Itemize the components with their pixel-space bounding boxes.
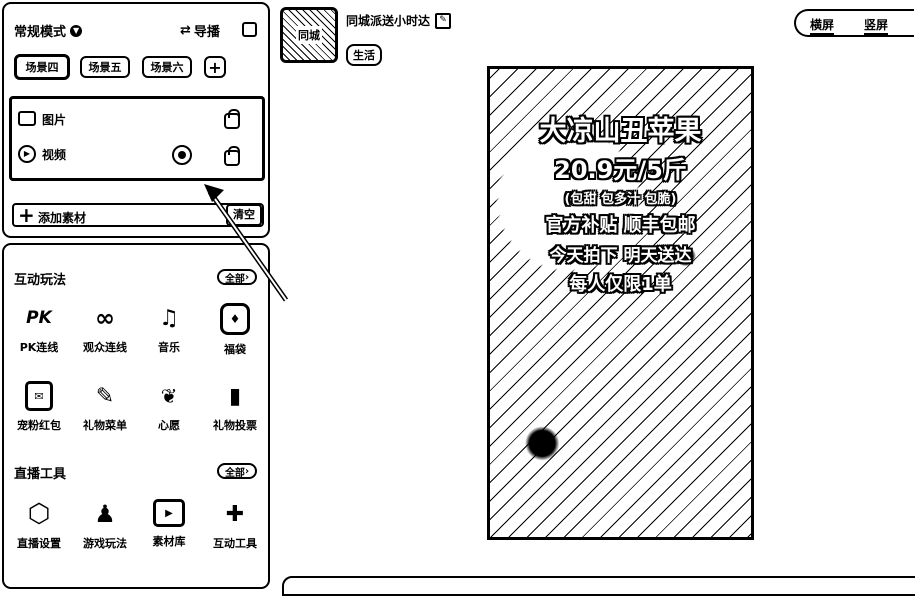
- tool-label: PK连线: [19, 341, 59, 354]
- preview-line-guarantee: (包甜 包多汁 包脆): [564, 192, 677, 207]
- pk-icon: PK: [26, 308, 52, 328]
- live-tools-more-button[interactable]: 全部 ›: [217, 463, 257, 479]
- mode-selector[interactable]: 常规模式 ▼: [14, 21, 83, 40]
- annotation-arrow: [204, 184, 289, 302]
- interactive-title: 互动玩法: [14, 273, 67, 288]
- preview-text-overlay: 大凉山丑苹果 20.9元/5斤 (包甜 包多汁 包脆) 官方补贴 顺丰包邮 今天…: [490, 109, 751, 296]
- scene-tabs: 场景四 场景五 场景六 +: [12, 54, 264, 80]
- edit-icon[interactable]: ✎: [435, 12, 452, 29]
- status-badge-text: 生活: [353, 49, 375, 62]
- add-material-label: 添加素材: [38, 211, 87, 225]
- tab-scene-5[interactable]: 场景五: [80, 56, 130, 78]
- tool-label: 互动工具: [213, 537, 257, 550]
- image-icon: [18, 111, 36, 126]
- settings-hex-icon: ⬡: [27, 499, 51, 529]
- popout-icon[interactable]: [242, 22, 257, 37]
- gift-menu-icon: ✎: [95, 383, 115, 409]
- tool-label: 音乐: [158, 341, 180, 354]
- wish-icon: ❦: [160, 384, 178, 408]
- source-list: 图片 ▶ 视频: [9, 96, 265, 181]
- play-circle-icon: ▶: [18, 145, 36, 163]
- tool-interaction-tools[interactable]: ✚ 互动工具: [206, 499, 264, 551]
- orientation-toggle: 横屏 竖屏: [794, 9, 914, 37]
- mode-label: 常规模式: [14, 25, 67, 40]
- tool-label: 素材库: [152, 535, 186, 548]
- tool-gift-menu[interactable]: ✎ 礼物菜单: [76, 381, 134, 433]
- source-item-video[interactable]: ▶ 视频: [16, 144, 256, 166]
- tool-label: 游戏玩法: [83, 537, 127, 550]
- tool-audience-link[interactable]: ∞ 观众连线: [76, 303, 134, 355]
- lock-icon[interactable]: [224, 109, 240, 129]
- tool-live-settings[interactable]: ⬡ 直播设置: [10, 499, 68, 551]
- tool-gift-vote[interactable]: ▮ 礼物投票: [206, 381, 264, 433]
- preview-line-price: 20.9元/5斤: [554, 156, 687, 184]
- tool-label: 礼物投票: [213, 419, 257, 432]
- director-label: 导播: [193, 25, 220, 40]
- interactive-grid: PK PK连线 ∞ 观众连线 ♫ 音乐 ♦ 福袋 ✉ 宠粉红包 ✎ 礼物菜单 ❦…: [10, 303, 266, 443]
- status-badge: 生活: [346, 44, 382, 66]
- tool-pk-link[interactable]: PK PK连线: [10, 303, 68, 355]
- tool-material-library[interactable]: ▶ 素材库: [140, 499, 198, 549]
- lucky-bag-icon: ♦: [220, 303, 250, 335]
- record-icon[interactable]: [172, 145, 192, 165]
- live-tools-title: 直播工具: [14, 467, 67, 482]
- avatar-text: 同城: [296, 26, 322, 44]
- swap-icon: ⇄: [180, 23, 191, 38]
- tab-scene-5-label: 场景五: [88, 61, 122, 74]
- tool-label: 观众连线: [83, 341, 127, 354]
- live-tools-more-label: 全部: [224, 467, 245, 479]
- tool-label: 宠粉红包: [17, 419, 61, 432]
- puzzle-icon: ✚: [225, 501, 245, 527]
- preview-line-limit: 每人仅限1单: [569, 274, 672, 295]
- tool-label: 直播设置: [17, 537, 61, 550]
- add-scene-button[interactable]: +: [204, 56, 226, 78]
- tool-game-play[interactable]: ♟ 游戏玩法: [76, 499, 134, 551]
- joystick-icon: ♟: [94, 500, 116, 528]
- preview-line-shipping: 官方补贴 顺丰包邮: [545, 215, 696, 236]
- chevron-down-icon: ▼: [70, 24, 83, 37]
- source-label-image: 图片: [42, 113, 67, 127]
- bottom-panel-edge: [282, 576, 915, 596]
- portrait-button[interactable]: 竖屏: [864, 16, 889, 35]
- tool-label: 礼物菜单: [83, 419, 127, 432]
- preview-line-delivery: 今天拍下 明天送达: [549, 246, 692, 266]
- tool-fan-red-packet[interactable]: ✉ 宠粉红包: [10, 381, 68, 433]
- tool-wish[interactable]: ❦ 心愿: [140, 381, 198, 433]
- tab-scene-4[interactable]: 场景四: [14, 54, 70, 80]
- source-item-image[interactable]: 图片: [16, 109, 256, 131]
- director-button[interactable]: ⇄ 导播: [180, 21, 220, 40]
- add-scene-symbol: +: [208, 57, 222, 77]
- plus-icon: +: [18, 203, 35, 227]
- tool-lucky-bag[interactable]: ♦ 福袋: [206, 303, 264, 357]
- live-preview[interactable]: 大凉山丑苹果 20.9元/5斤 (包甜 包多汁 包脆) 官方补贴 顺丰包邮 今天…: [487, 66, 754, 540]
- tab-scene-6[interactable]: 场景六: [142, 56, 192, 78]
- preview-line-title: 大凉山丑苹果: [539, 116, 702, 147]
- folder-play-icon: ▶: [153, 499, 185, 527]
- tool-music[interactable]: ♫ 音乐: [140, 303, 198, 355]
- room-avatar[interactable]: 同城: [280, 7, 338, 63]
- room-title-text: 同城派送小时达: [346, 14, 431, 28]
- source-label-video: 视频: [42, 148, 67, 162]
- tab-scene-6-label: 场景六: [150, 61, 184, 74]
- room-title[interactable]: 同城派送小时达 ✎: [346, 12, 452, 29]
- tab-scene-4-label: 场景四: [25, 61, 59, 74]
- tool-label: 福袋: [224, 343, 246, 356]
- link-icon: ∞: [95, 304, 115, 332]
- chevron-right-icon: ›: [244, 465, 250, 477]
- lock-icon[interactable]: [224, 146, 240, 166]
- landscape-button[interactable]: 横屏: [810, 16, 835, 35]
- live-tools-grid: ⬡ 直播设置 ♟ 游戏玩法 ▶ 素材库 ✚ 互动工具: [10, 499, 266, 559]
- tool-label: 心愿: [158, 419, 180, 432]
- music-icon: ♫: [159, 305, 179, 331]
- red-packet-icon: ✉: [25, 381, 53, 411]
- bar-chart-icon: ▮: [228, 383, 242, 409]
